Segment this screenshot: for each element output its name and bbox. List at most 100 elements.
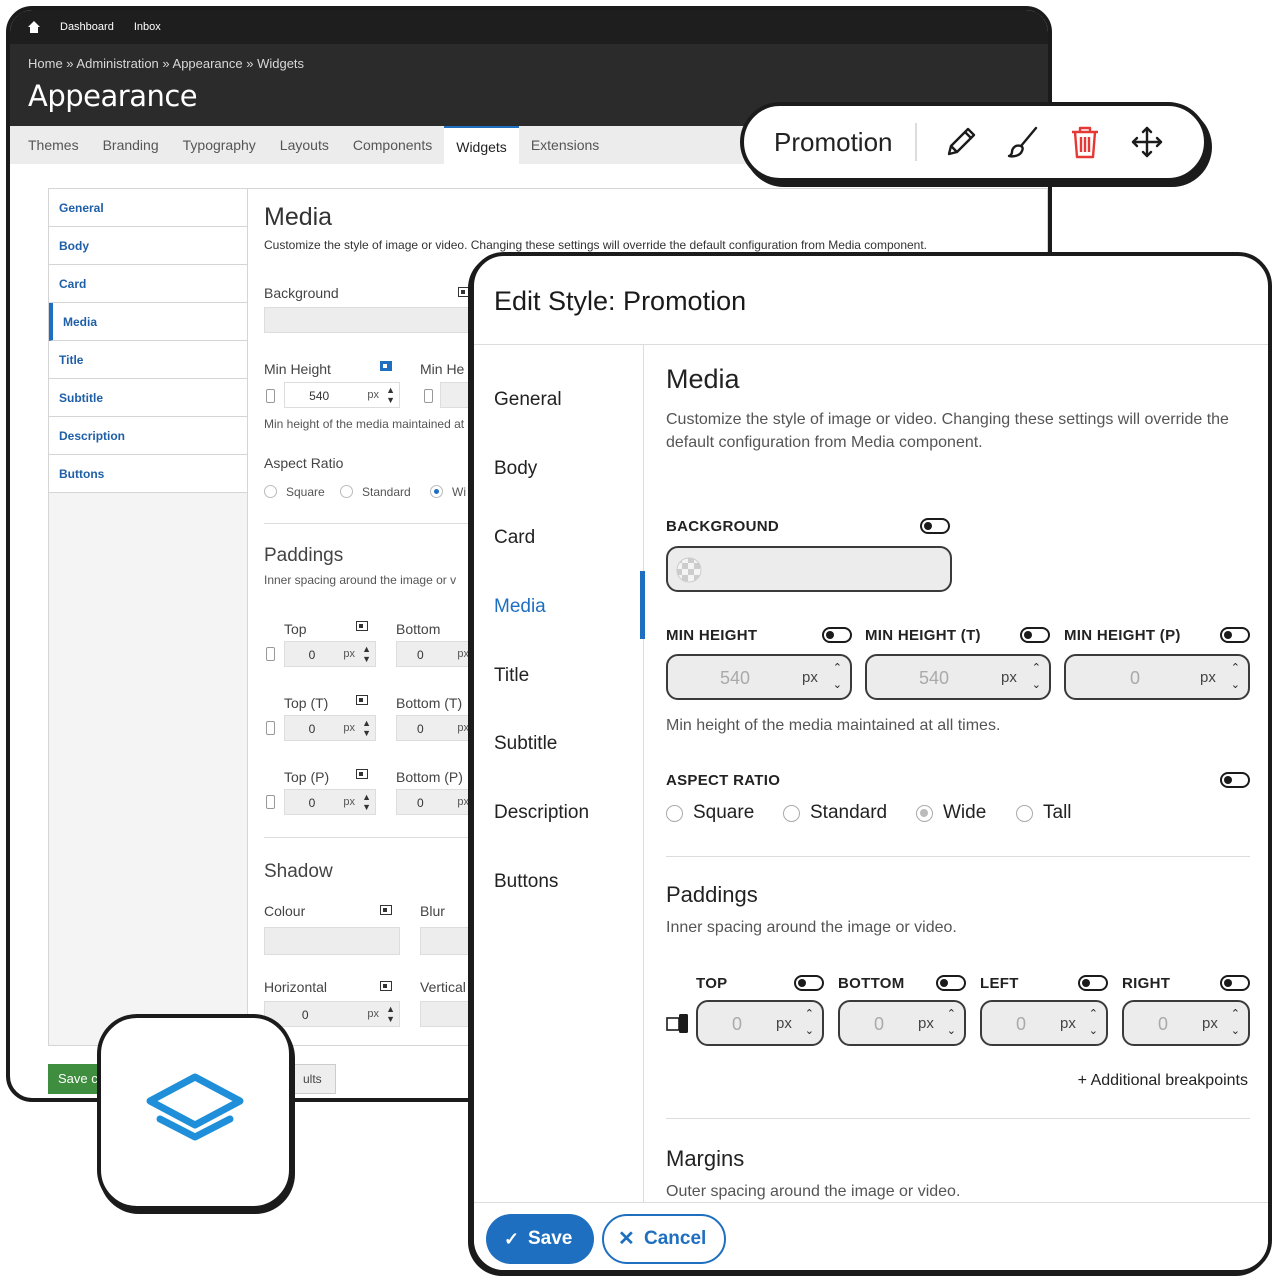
trash-icon[interactable] [1063,120,1107,164]
media-heading: Media [666,364,740,394]
admin-reset-button[interactable]: ults [286,1064,336,1094]
min-height-label: Min Height [264,361,331,377]
background-toggle[interactable] [458,287,470,297]
shadow-colour-toggle[interactable] [380,905,392,915]
padding-top-input[interactable]: 0 px ⌃ ⌄ [696,1000,824,1046]
pencil-icon[interactable] [939,120,983,164]
nav-item-description[interactable]: Description [494,802,589,824]
padding-left-toggle[interactable] [1078,975,1108,991]
check-icon: ✓ [504,1229,520,1249]
media-description: Customize the style of image or video. C… [264,238,928,252]
admin-topbar: Dashboard Inbox [10,10,1048,44]
home-icon[interactable] [28,21,40,33]
aspect-standard-label: Standard [362,485,411,499]
topbar-dashboard-link[interactable]: Dashboard [60,21,114,33]
pad-top-toggle[interactable] [356,621,368,631]
pad-top-p-input[interactable]: 0 px ▲ ▼ [284,789,376,815]
sidebar-item-title[interactable]: Title [49,341,247,379]
aspect-wide-radio[interactable] [430,485,443,498]
background-color-field[interactable] [666,546,952,592]
min-height-p-input[interactable]: 0 px ⌃ ⌄ [1064,654,1250,700]
min-height-input[interactable]: 540 px ▲ ▼ [284,382,400,408]
pad-top-p-toggle[interactable] [356,769,368,779]
breadcrumb[interactable]: Home » Administration » Appearance » Wid… [28,56,1030,71]
aspect-ratio-toggle[interactable] [1220,772,1250,788]
background-swatch[interactable] [264,307,484,333]
min-height-toggle[interactable] [822,627,852,643]
nav-item-card[interactable]: Card [494,527,535,549]
sidebar-item-description[interactable]: Description [49,417,247,455]
transparent-swatch-icon [676,557,702,583]
padding-right-input[interactable]: 0 px ⌃ ⌄ [1122,1000,1250,1046]
nav-item-media[interactable]: Media [494,596,546,618]
tab-themes[interactable]: Themes [16,126,91,164]
pad-bottom-p-label: Bottom (P) [396,769,463,785]
move-icon[interactable] [1125,120,1169,164]
min-height-toggle[interactable] [380,361,392,371]
pad-bottom-input[interactable]: 0 px [396,641,476,667]
tab-components[interactable]: Components [341,126,444,164]
dialog-title: Edit Style: Promotion [494,286,747,316]
pad-top-t-input[interactable]: 0 px ▲ ▼ [284,715,376,741]
layers-app-tile [97,1014,293,1210]
padding-right-toggle[interactable] [1220,975,1250,991]
admin-sidebar: General Body Card Media Title Subtitle D… [48,188,248,1046]
shadow-colour-swatch[interactable] [264,927,400,955]
shadow-blur-label: Blur [420,903,445,919]
shadow-horizontal-toggle[interactable] [380,981,392,991]
background-toggle[interactable] [920,518,950,534]
padding-left-input[interactable]: 0 px ⌃ ⌄ [980,1000,1108,1046]
tab-extensions[interactable]: Extensions [519,126,611,164]
aspect-standard-radio[interactable] [340,485,353,498]
padding-bottom-toggle[interactable] [936,975,966,991]
pad-top-input[interactable]: 0 px ▲ ▼ [284,641,376,667]
min-height-t-toggle[interactable] [1020,627,1050,643]
pad-bottom-t-label: Bottom (T) [396,695,463,711]
media-heading: Media [264,203,333,231]
min-height-p-toggle[interactable] [1220,627,1250,643]
sidebar-item-general[interactable]: General [49,189,247,227]
sidebar-item-card[interactable]: Card [49,265,247,303]
additional-breakpoints-link[interactable]: + Additional breakpoints [1078,1072,1248,1090]
dialog-nav: General Body Card Media Title Subtitle D… [474,345,645,1205]
desktop-device-icon[interactable] [666,1013,690,1035]
nav-item-general[interactable]: General [494,389,562,411]
aspect-standard-radio[interactable] [783,805,800,822]
margins-heading: Margins [666,1146,745,1171]
aspect-square-radio[interactable] [666,805,683,822]
padding-right-label: RIGHT [1122,975,1171,992]
min-height-p-label: MIN HEIGHT (P) [1064,627,1181,644]
topbar-inbox-link[interactable]: Inbox [134,21,161,33]
padding-bottom-label: BOTTOM [838,975,905,992]
nav-item-title[interactable]: Title [494,665,529,687]
tab-branding[interactable]: Branding [91,126,171,164]
sidebar-item-body[interactable]: Body [49,227,247,265]
brush-icon[interactable] [1001,120,1045,164]
nav-item-buttons[interactable]: Buttons [494,871,558,893]
cancel-button[interactable]: ✕ Cancel [602,1214,726,1264]
sidebar-item-buttons[interactable]: Buttons [49,455,247,493]
shadow-vertical-label: Vertical [420,979,466,995]
min-height-input[interactable]: 540 px ⌃ ⌄ [666,654,852,700]
padding-top-toggle[interactable] [794,975,824,991]
pad-bottom-p-input[interactable]: 0 px [396,789,476,815]
min-height-t-input[interactable]: 540 px ⌃ ⌄ [865,654,1051,700]
min-height-help: Min height of the media maintained at al… [666,717,1001,734]
nav-item-body[interactable]: Body [494,458,537,480]
padding-bottom-input[interactable]: 0 px ⌃ ⌄ [838,1000,966,1046]
save-button[interactable]: ✓ Save [486,1214,594,1264]
aspect-wide-radio[interactable] [916,805,933,822]
nav-item-subtitle[interactable]: Subtitle [494,733,557,755]
divider [264,523,484,524]
shadow-horizontal-label: Horizontal [264,979,328,995]
tab-layouts[interactable]: Layouts [268,126,341,164]
tab-typography[interactable]: Typography [171,126,268,164]
tab-widgets[interactable]: Widgets [444,126,519,164]
pad-top-t-toggle[interactable] [356,695,368,705]
sidebar-item-media[interactable]: Media [49,303,247,341]
aspect-tall-radio[interactable] [1016,805,1033,822]
pad-bottom-t-input[interactable]: 0 px [396,715,476,741]
shadow-horizontal-input[interactable]: 0 px ▲ ▼ [264,1001,400,1027]
aspect-square-radio[interactable] [264,485,277,498]
sidebar-item-subtitle[interactable]: Subtitle [49,379,247,417]
